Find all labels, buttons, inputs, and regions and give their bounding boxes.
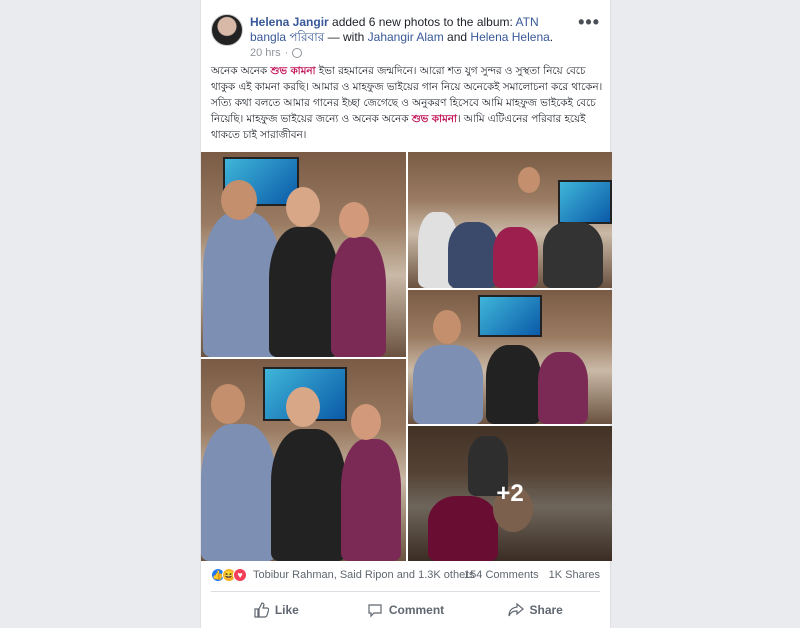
body-part-1: অনেক অনেক	[211, 65, 271, 77]
photo-1[interactable]	[201, 152, 406, 357]
post-headline: Helena Jangir added 6 new photos to the …	[250, 15, 570, 45]
post-card: Helena Jangir added 6 new photos to the …	[200, 0, 612, 628]
photo-4[interactable]	[201, 359, 406, 561]
photo-5-more[interactable]: +2	[408, 426, 612, 561]
divider	[211, 591, 600, 592]
engagement-bar: 👍 😆 ♥ Tobibur Rahman, Said Ripon and 1.3…	[211, 566, 600, 586]
reaction-names[interactable]: Tobibur Rahman, Said Ripon and 1.3K othe…	[253, 569, 474, 581]
with-text: — with	[324, 30, 368, 44]
reaction-icons[interactable]: 👍 😆 ♥	[211, 568, 247, 582]
like-button[interactable]: Like	[211, 595, 341, 625]
post-header: Helena Jangir added 6 new photos to the …	[211, 12, 600, 62]
post-meta: 20 hrs ·	[250, 47, 303, 59]
comments-count[interactable]: 154 Comments	[464, 569, 539, 581]
like-label: Like	[274, 603, 299, 617]
photo-grid: +2	[201, 152, 612, 561]
tagged-user-2[interactable]: Helena Helena	[470, 30, 549, 44]
body-highlight-2: শুভ কামনা	[411, 113, 457, 125]
share-icon	[507, 602, 524, 617]
timestamp[interactable]: 20 hrs	[250, 47, 281, 59]
and-text: and	[443, 30, 471, 44]
comment-icon	[368, 604, 382, 618]
end-text: .	[549, 30, 554, 44]
comment-share-counts: 154 Comments 1K Shares	[464, 569, 600, 581]
photo-2[interactable]	[408, 152, 612, 288]
body-highlight-1: শুভ কামনা	[270, 65, 316, 77]
more-options-button[interactable]: •••	[578, 12, 600, 33]
shares-count[interactable]: 1K Shares	[549, 569, 600, 581]
thumbs-up-icon	[254, 602, 269, 618]
share-button[interactable]: Share	[470, 595, 600, 625]
share-label: Share	[529, 603, 563, 617]
action-text: added 6 new photos to the album:	[328, 15, 516, 29]
comment-label: Comment	[388, 603, 445, 617]
comment-button[interactable]: Comment	[341, 595, 471, 625]
photo-3[interactable]	[408, 290, 612, 424]
avatar[interactable]	[211, 14, 243, 46]
tagged-user-1[interactable]: Jahangir Alam	[368, 30, 444, 44]
author-name[interactable]: Helena Jangir	[250, 15, 329, 29]
globe-icon	[292, 48, 303, 58]
more-photos-count: +2	[496, 479, 524, 507]
more-photos-overlay[interactable]: +2	[408, 426, 612, 561]
post-text: অনেক অনেক শুভ কামনা ইভা রহমানের জন্মদিনে…	[211, 63, 603, 143]
action-bar: Like Comment Share	[211, 595, 600, 625]
separator-dot: ·	[284, 47, 289, 59]
love-reaction-icon: ♥	[233, 568, 247, 582]
